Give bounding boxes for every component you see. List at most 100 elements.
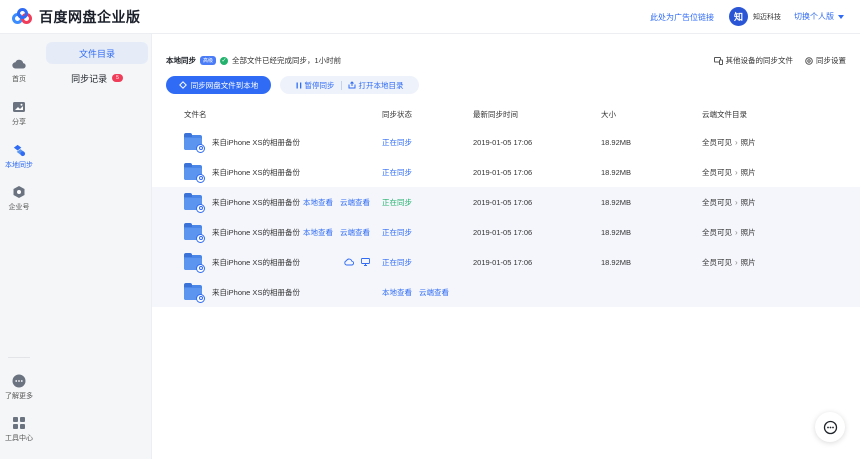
main-panel: 本地同步 高级 ✓ 全部文件已经完成同步，1小时前 其他设备的同步文件 同步设置… [152, 34, 860, 459]
caret-down-icon [838, 14, 844, 19]
switch-personal-button[interactable]: 切换个人版 [794, 11, 844, 22]
table-header: 文件名 同步状态 最新同步时间 大小 云端文件目录 [152, 101, 860, 127]
sync-settings-link[interactable]: 同步设置 [805, 55, 846, 66]
page-title: 本地同步 [166, 56, 196, 65]
sync-status: 正在同步 [382, 137, 412, 147]
cloud-dir[interactable]: 全员可见 › 照片 [702, 227, 842, 238]
dir-root: 全员可见 [702, 227, 732, 237]
sync-status: 正在同步 [382, 227, 412, 237]
col-header-status: 同步状态 [382, 109, 412, 119]
sync-diamond-icon [178, 81, 187, 89]
chevron-right-icon: › [735, 257, 738, 267]
app-title: 百度网盘企业版 [39, 9, 141, 25]
floating-chat-button[interactable] [815, 412, 845, 442]
rail-item-learn-more[interactable]: 了解更多 [0, 374, 38, 401]
dir-root: 全员可见 [702, 257, 732, 267]
sub-nav: 文件目录 同步记录 5 [46, 42, 148, 92]
sync-time: 2019-01-05 17:06 [473, 257, 533, 267]
col-header-size: 大小 [601, 109, 616, 119]
cloud-dir[interactable]: 全员可见 › 照片 [702, 197, 842, 208]
sync-control-group: 暂停同步 打开本地目录 [280, 76, 419, 94]
pause-sync-button[interactable]: 暂停同步 [296, 80, 335, 91]
local-view-link[interactable]: 本地查看 [303, 197, 333, 208]
file-name[interactable]: 来自iPhone XS的相册备份 [212, 287, 382, 298]
sync-status: 正在同步 [382, 257, 412, 267]
rail-divider [8, 357, 30, 358]
other-devices-link[interactable]: 其他设备的同步文件 [713, 55, 794, 66]
col-header-dir: 云端文件目录 [702, 109, 747, 119]
file-name[interactable]: 来自iPhone XS的相册备份 [212, 167, 382, 178]
cloud-view-link[interactable]: 云端查看 [419, 287, 449, 298]
switch-personal-label: 切换个人版 [794, 12, 834, 21]
rail-item-share[interactable]: 分享 [0, 100, 38, 127]
table-row[interactable]: 来自iPhone XS的相册备份 本地查看 云端查看 正在同步 2019-01-… [152, 187, 860, 217]
app-logo[interactable]: 百度网盘企业版 [12, 7, 141, 27]
col-header-name: 文件名 [184, 109, 207, 119]
chat-bubble-icon [823, 420, 837, 434]
subnav-label: 文件目录 [78, 48, 115, 59]
file-name[interactable]: 来自iPhone XS的相册备份 [212, 257, 344, 268]
file-size: 18.92MB [601, 167, 632, 177]
cloud-view-link[interactable]: 云端查看 [340, 227, 370, 238]
subnav-item-sync-records[interactable]: 同步记录 5 [46, 67, 148, 89]
rail-item-enterprise[interactable]: 企业号 [0, 185, 38, 212]
advanced-tag: 高级 [200, 56, 217, 65]
rail-item-local-sync[interactable]: 本地同步 [0, 143, 38, 170]
file-name[interactable]: 来自iPhone XS的相册备份 [212, 137, 382, 148]
sync-icon [12, 143, 26, 157]
sync-to-local-label: 同步网盘文件到本地 [190, 80, 259, 90]
sync-folder-icon [184, 252, 205, 273]
sync-table: 文件名 同步状态 最新同步时间 大小 云端文件目录 来自iPhone XS的相册… [152, 101, 860, 307]
cloud-outline-icon[interactable] [344, 258, 354, 266]
table-row[interactable]: 来自iPhone XS的相册备份 本地查看 云端查看 [152, 277, 860, 307]
cell-name: 来自iPhone XS的相册备份 [152, 132, 382, 153]
file-size: 18.92MB [601, 227, 632, 237]
rail-label: 本地同步 [5, 162, 33, 169]
file-size: 18.92MB [601, 137, 632, 147]
row-actions: 本地查看 云端查看 [303, 227, 382, 238]
avatar[interactable]: 知 [729, 7, 748, 26]
sync-time: 2019-01-05 17:06 [473, 197, 533, 207]
dir-leaf: 照片 [740, 167, 756, 177]
subnav-item-file-directory[interactable]: 文件目录 [46, 42, 148, 64]
chevron-right-icon: › [735, 137, 738, 147]
file-name[interactable]: 来自iPhone XS的相册备份 [212, 227, 303, 238]
sync-time: 2019-01-05 17:06 [473, 227, 533, 237]
cloud-view-link[interactable]: 云端查看 [340, 197, 370, 208]
cloud-dir[interactable]: 全员可见 › 照片 [702, 167, 842, 178]
cloud-dir[interactable]: 全员可见 › 照片 [702, 137, 842, 148]
open-local-dir-button[interactable]: 打开本地目录 [348, 80, 404, 91]
top-header: 百度网盘企业版 此处为广告位链接 知 知迈科技 切换个人版 [0, 0, 860, 34]
other-devices-label: 其他设备的同步文件 [725, 56, 794, 65]
table-row[interactable]: 来自iPhone XS的相册备份 正在同步 2019-01-05 17:06 1… [152, 157, 860, 187]
chevron-right-icon: › [735, 197, 738, 207]
local-view-link[interactable]: 本地查看 [382, 287, 412, 298]
row-icon-actions [344, 258, 382, 266]
left-rail: 首页 分享 本地同步 企业号 了解更多 工具中心 [0, 35, 38, 459]
open-local-dir-label: 打开本地目录 [358, 80, 404, 90]
col-header-time: 最新同步时间 [473, 109, 518, 119]
file-size: 18.92MB [601, 197, 632, 207]
table-row[interactable]: 来自iPhone XS的相册备份 正在同步 2019-01-05 17:06 1… [152, 127, 860, 157]
table-row[interactable]: 来自iPhone XS的相册备份 本地查看 云端查看 正在同步 2019-01-… [152, 217, 860, 247]
ad-link[interactable]: 此处为广告位链接 [650, 12, 714, 23]
dir-leaf: 照片 [740, 197, 756, 207]
sync-to-local-button[interactable]: 同步网盘文件到本地 [166, 76, 271, 94]
sync-folder-icon [184, 282, 205, 303]
rail-item-home[interactable]: 首页 [0, 57, 38, 84]
cell-name: 来自iPhone XS的相册备份 本地查看 云端查看 [152, 192, 382, 213]
rail-label: 工具中心 [5, 435, 33, 442]
table-row[interactable]: 来自iPhone XS的相册备份 正在同步 2019-01-05 17:06 1… [152, 247, 860, 277]
rail-item-tools[interactable]: 工具中心 [0, 416, 38, 443]
sync-settings-label: 同步设置 [816, 56, 846, 65]
apps-icon [12, 416, 26, 430]
cloud-dir[interactable]: 全员可见 › 照片 [702, 257, 842, 268]
monitor-icon[interactable] [361, 258, 370, 266]
pause-sync-label: 暂停同步 [304, 80, 335, 90]
local-view-link[interactable]: 本地查看 [303, 227, 333, 238]
sync-status: 正在同步 [382, 167, 412, 177]
row-actions: 本地查看 云端查看 [303, 197, 382, 208]
file-name[interactable]: 来自iPhone XS的相册备份 [212, 197, 303, 208]
dir-root: 全员可见 [702, 137, 732, 147]
company-name[interactable]: 知迈科技 [753, 12, 781, 22]
